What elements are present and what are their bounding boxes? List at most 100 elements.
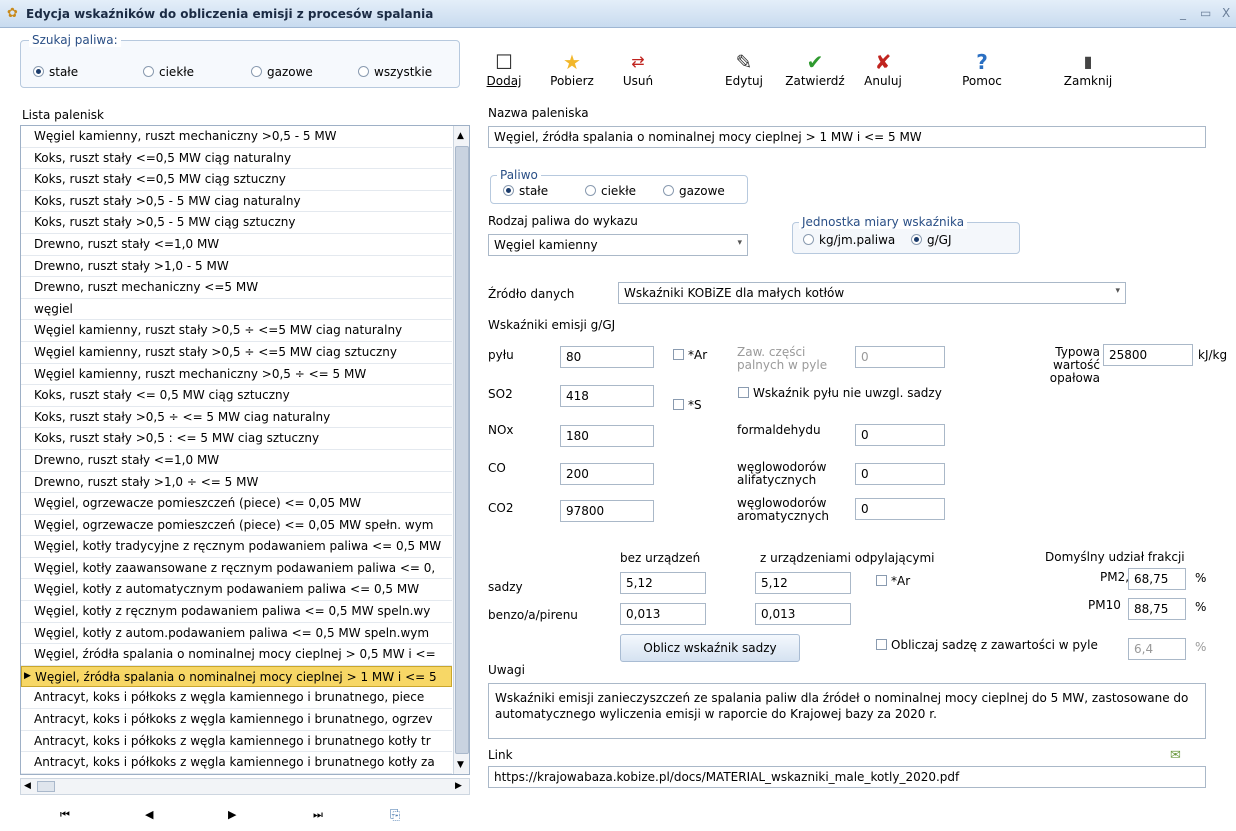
list-item[interactable]: Węgiel, źródła spalania o nominalnej moc… <box>21 644 452 666</box>
hscroll-thumb[interactable] <box>37 781 55 792</box>
calc-soot-button[interactable]: Oblicz wskaźnik sadzy <box>620 634 800 662</box>
list-item[interactable]: Węgiel, kotły zaawansowane z ręcznym pod… <box>21 558 452 580</box>
nox-field[interactable]: 180 <box>560 425 654 447</box>
furnace-list[interactable]: Węgiel kamienny, ruszt mechaniczny >0,5 … <box>20 125 470 775</box>
close-window-button[interactable]: X <box>1222 6 1230 20</box>
search-option-all[interactable]: wszystkie <box>358 65 432 79</box>
maximize-button[interactable]: ▭ <box>1200 6 1211 20</box>
list-rows: Węgiel kamienny, ruszt mechaniczny >0,5 … <box>21 126 469 774</box>
nav-next-icon[interactable]: ▶ <box>228 808 236 821</box>
so2-s-checkbox[interactable]: *S <box>673 398 702 412</box>
list-item[interactable]: Drewno, ruszt stały <=1,0 MW <box>21 450 452 472</box>
list-item[interactable]: Antracyt, koks i półkoks z węgla kamienn… <box>21 731 452 753</box>
list-item[interactable]: Drewno, ruszt stały >1,0 ÷ <= 5 MW <box>21 472 452 494</box>
vertical-scrollbar[interactable]: ▲ ▼ <box>453 126 469 774</box>
list-item[interactable]: Antracyt, koks i półkoks z węgla kamienn… <box>21 709 452 731</box>
list-item[interactable]: Drewno, ruszt stały <=1,0 MW <box>21 234 452 256</box>
list-item-label: Koks, ruszt stały <=0,5 MW ciąg naturaln… <box>34 150 292 165</box>
list-item[interactable]: Koks, ruszt stały >0,5 - 5 MW ciag natur… <box>21 191 452 213</box>
fuel-option-liquid[interactable]: ciekłe <box>585 184 636 198</box>
list-item[interactable]: ▶ Węgiel, źródła spalania o nominalnej mo… <box>21 665 452 688</box>
edit-button[interactable]: ✎ Edytuj <box>720 50 768 88</box>
pencil-icon: ✎ <box>735 50 753 74</box>
open-link-icon[interactable]: ✉ <box>1170 748 1181 763</box>
cancel-button[interactable]: ✘ Anuluj <box>860 50 906 88</box>
help-button[interactable]: ? Pomoc <box>958 50 1006 88</box>
source-dropdown[interactable]: Wskaźniki KOBiZE dla małych kotłów ▾ <box>618 282 1126 304</box>
aliphatic-label: węglowodorów alifatycznych <box>737 460 827 487</box>
dust-field[interactable]: 80 <box>560 346 654 368</box>
formaldehyde-field[interactable]: 0 <box>855 424 945 446</box>
list-item[interactable]: Antracyt, koks i półkoks z węgla kamienn… <box>21 687 452 710</box>
soot-ar-checkbox[interactable]: *Ar <box>876 574 910 588</box>
so2-field[interactable]: 418 <box>560 385 654 407</box>
horizontal-scrollbar[interactable]: ◀ ▶ <box>20 778 470 795</box>
calc-soot-from-dust-checkbox[interactable]: Obliczaj sadzę z zawartości w pyle <box>876 638 1098 652</box>
list-item[interactable]: Węgiel, ogrzewacze pomieszczeń (piece) <… <box>21 493 452 515</box>
list-item[interactable]: Koks, ruszt stały >0,5 ÷ <= 5 MW ciag na… <box>21 407 452 429</box>
soot-with-device-field[interactable]: 5,12 <box>755 572 851 594</box>
co-field[interactable]: 200 <box>560 463 654 485</box>
check-icon: ✔ <box>806 50 824 74</box>
list-item[interactable]: Koks, ruszt stały <=0,5 MW ciąg naturaln… <box>21 148 452 170</box>
list-item[interactable]: Węgiel kamienny, ruszt mechaniczny >0,5 … <box>21 126 452 148</box>
nav-last-icon[interactable]: ⏭ <box>313 808 323 822</box>
scroll-right-icon[interactable]: ▶ <box>455 781 462 791</box>
pm10-field[interactable]: 88,75 <box>1128 598 1186 620</box>
unit-option-gj[interactable]: g/GJ <box>911 233 952 247</box>
name-field[interactable]: Węgiel, źródła spalania o nominalnej moc… <box>488 126 1206 148</box>
nav-first-icon[interactable]: ⏮ <box>60 808 70 822</box>
fuel-option-solid[interactable]: stałe <box>503 184 548 198</box>
fuel-option-gas[interactable]: gazowe <box>663 184 725 198</box>
list-item[interactable]: Koks, ruszt stały <= 0,5 MW ciąg sztuczn… <box>21 385 452 407</box>
add-button[interactable]: ☐ Dodaj <box>482 50 526 88</box>
list-item[interactable]: Koks, ruszt stały >0,5 - 5 MW ciąg sztuc… <box>21 212 452 234</box>
list-item[interactable]: Węgiel, kotły z autom.podawaniem paliwa … <box>21 623 452 645</box>
list-item[interactable]: Koks, ruszt stały >0,5 : <= 5 MW ciag sz… <box>21 428 452 450</box>
list-item[interactable]: Węgiel, ogrzewacze pomieszczeń (piece) <… <box>21 515 452 537</box>
dust-no-soot-checkbox[interactable]: Wskaźnik pyłu nie uwzgl. sadzy <box>738 386 942 400</box>
heat-label: Typowa wartość opałowa <box>1049 345 1100 385</box>
aromatic-field[interactable]: 0 <box>855 498 945 520</box>
search-option-liquid[interactable]: ciekłe <box>143 65 194 79</box>
soot-no-device-field[interactable]: 5,12 <box>620 572 706 594</box>
list-item[interactable]: Węgiel kamienny, ruszt stały >0,5 ÷ <=5 … <box>21 320 452 342</box>
list-item[interactable]: Węgiel, kotły tradycyjne z ręcznym podaw… <box>21 536 452 558</box>
heat-field[interactable]: 25800 <box>1103 344 1193 366</box>
fuel-kind-dropdown[interactable]: Węgiel kamienny ▾ <box>488 234 748 256</box>
notes-textarea[interactable]: Wskaźniki emisji zanieczyszczeń ze spala… <box>488 683 1206 739</box>
list-item[interactable]: Węgiel, kotły z ręcznym podawaniem paliw… <box>21 601 452 623</box>
list-item[interactable]: Koks, ruszt stały <=0,5 MW ciąg sztuczny <box>21 169 452 191</box>
close-button[interactable]: ▮ Zamknij <box>1062 50 1114 88</box>
list-item[interactable]: Węgiel kamienny, ruszt mechaniczny >0,5 … <box>21 364 452 386</box>
confirm-button[interactable]: ✔ Zatwierdź <box>780 50 850 88</box>
scroll-up-icon[interactable]: ▲ <box>457 131 464 141</box>
list-item[interactable]: Węgiel kamienny, ruszt stały >0,5 ÷ <=5 … <box>21 342 452 364</box>
co2-field[interactable]: 97800 <box>560 500 654 522</box>
list-item[interactable]: Drewno, ruszt mechaniczny <=5 MW <box>21 277 452 299</box>
unit-option-kg[interactable]: kg/jm.paliwa <box>803 233 895 247</box>
dust-ar-checkbox[interactable]: *Ar <box>673 348 707 362</box>
scroll-thumb[interactable] <box>455 146 469 754</box>
list-item[interactable]: węgiel <box>21 299 452 321</box>
list-item[interactable]: Drewno, ruszt stały >1,0 - 5 MW <box>21 256 452 278</box>
fuel-legend: Paliwo <box>497 168 541 182</box>
minimize-button[interactable]: _ <box>1180 6 1186 20</box>
aliphatic-field[interactable]: 0 <box>855 463 945 485</box>
link-field[interactable]: https://krajowabaza.kobize.pl/docs/MATER… <box>488 766 1206 788</box>
scroll-left-icon[interactable]: ◀ <box>24 781 31 791</box>
pm25-field[interactable]: 68,75 <box>1128 568 1186 590</box>
search-option-gas[interactable]: gazowe <box>251 65 313 79</box>
unburnt-field[interactable]: 0 <box>855 346 945 368</box>
delete-button[interactable]: ⇄ Usuń <box>618 50 658 88</box>
calc-soot-field[interactable]: 6,4 <box>1128 638 1186 660</box>
scroll-down-icon[interactable]: ▼ <box>457 760 464 770</box>
bap-no-device-field[interactable]: 0,013 <box>620 603 706 625</box>
bap-with-device-field[interactable]: 0,013 <box>755 603 851 625</box>
list-item[interactable]: Węgiel, kotły z automatycznym podawaniem… <box>21 579 452 602</box>
fetch-button[interactable]: ★ Pobierz <box>546 50 598 88</box>
list-item[interactable]: Antracyt, koks i półkoks z węgla kamienn… <box>21 752 452 774</box>
search-option-solid[interactable]: stałe <box>33 65 78 79</box>
nav-prev-icon[interactable]: ◀ <box>145 808 153 821</box>
nav-export-icon[interactable]: ⎘ <box>390 808 400 823</box>
